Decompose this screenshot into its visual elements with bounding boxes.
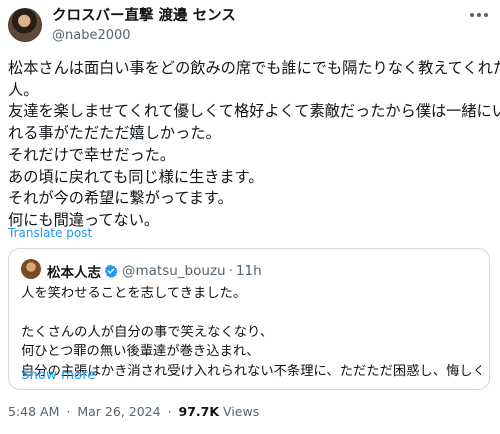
more-options-icon[interactable] (470, 12, 488, 18)
quote-timestamp[interactable]: 11h (236, 263, 262, 279)
tweet-line: それだけで幸せだった。 (8, 145, 176, 164)
quote-line: たくさんの人が自分の事で笑えなくなり、 (21, 324, 274, 340)
quote-author-avatar[interactable] (21, 259, 41, 279)
verified-badge-icon (104, 264, 118, 278)
quoted-tweet[interactable]: 松本人志 @matsu_bouzu · 11h 人を笑わせることを志してきました… (8, 248, 490, 390)
footer-separator: · (167, 404, 172, 419)
translate-post-link[interactable]: Translate post (8, 226, 92, 240)
views-count[interactable]: 97.7K (179, 404, 220, 419)
tweet-line: れる事がただただ嬉しかった。 (8, 124, 221, 143)
author-info: クロスバー直撃 渡邊 センス @nabe2000 (52, 8, 236, 44)
show-more-link[interactable]: Show more (21, 368, 96, 383)
quote-author-name[interactable]: 松本人志 (47, 261, 101, 281)
post-time[interactable]: 5:48 AM (8, 404, 59, 419)
tweet-line: 友達を楽しませてくれて優しくて格好よくて素敵だったから僕は一緒にい (8, 102, 500, 121)
tweet-line: それが今の希望に繋がってます。 (8, 189, 233, 208)
quote-author-handle[interactable]: @matsu_bouzu (122, 263, 226, 279)
author-display-name[interactable]: クロスバー直撃 渡邊 センス (52, 8, 236, 25)
quote-line: 何ひとつ罪の無い後輩達が巻き込まれ、 (21, 344, 260, 360)
author-handle[interactable]: @nabe2000 (52, 27, 236, 44)
tweet-line: あの頃に戻れても同じ様に生きます。 (8, 167, 264, 186)
footer-separator: · (66, 404, 71, 419)
tweet-footer: 5:48 AM · Mar 26, 2024 · 97.7K Views (8, 404, 259, 419)
meta-separator: · (228, 263, 233, 279)
post-date[interactable]: Mar 26, 2024 (77, 404, 160, 419)
quote-blank-line (21, 303, 481, 322)
quote-header: 松本人志 @matsu_bouzu · 11h (47, 261, 262, 281)
quote-text: 人を笑わせることを志してきました。 たくさんの人が自分の事で笑えなくなり、 何ひ… (21, 284, 481, 381)
views-label: Views (223, 404, 260, 419)
tweet-line: 人。 (8, 80, 39, 99)
tweet-line: 松本さんは面白い事をどの飲みの席でも誰にでも隔たりなく教えてくれた (8, 59, 500, 77)
author-avatar[interactable] (8, 8, 42, 42)
quote-line: 人を笑わせることを志してきました。 (21, 286, 247, 301)
tweet-text: 松本さんは面白い事をどの飲みの席でも誰にでも隔たりなく教えてくれた 人。 友達を… (8, 58, 500, 232)
